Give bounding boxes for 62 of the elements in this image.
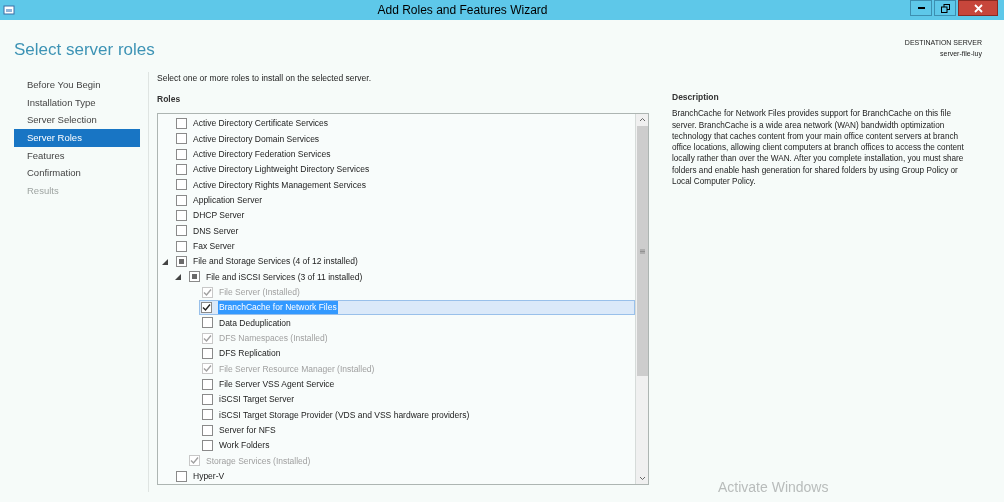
role-item[interactable]: Active Directory Lightweight Directory Services	[175, 162, 375, 178]
expander-icon[interactable]	[175, 273, 181, 280]
scroll-thumb[interactable]	[636, 126, 648, 376]
restore-button[interactable]	[934, 0, 956, 16]
instruction-text: Select one or more roles to install on the selected server.	[157, 71, 373, 85]
close-button[interactable]	[958, 0, 998, 16]
role-item[interactable]: Active Directory Rights Management Services	[175, 177, 371, 193]
wizard-step[interactable]: Before You Begin	[14, 76, 140, 95]
role-item[interactable]: File Server VSS Agent Service	[201, 376, 340, 392]
minimize-button[interactable]	[910, 0, 932, 16]
description-text: BranchCache for Network Files provides support for BranchCache on this file server. BranchCache is a wide area network (WAN) bandwidth optimization technology that caches content from your main office content servers at branch office locations, allowing client computers at branch offices to access the content locally rather than over the WAN. After you complete installation, you must share folders and enable hash generation for shared folders by using Group Policy or Local Computer Policy.	[672, 108, 965, 188]
checkbox[interactable]	[189, 271, 200, 283]
role-item[interactable]: Fax Server	[175, 238, 240, 254]
role-item[interactable]: DHCP Server	[175, 208, 250, 224]
role-item[interactable]: File and Storage Services (4 of 12 installed)	[175, 254, 363, 270]
checkbox[interactable]	[176, 179, 187, 191]
wizard-step[interactable]: Installation Type	[14, 94, 140, 112]
wizard-step[interactable]: Confirmation	[14, 164, 140, 183]
checkbox[interactable]	[176, 225, 187, 237]
checkbox[interactable]	[176, 470, 187, 482]
role-item[interactable]: Active Directory Certificate Services	[175, 116, 334, 132]
restore-icon	[940, 3, 950, 13]
roles-heading: Roles	[157, 93, 182, 106]
checkbox[interactable]	[176, 118, 187, 130]
expander-icon[interactable]	[162, 258, 168, 265]
role-item[interactable]: Data Deduplication	[201, 315, 296, 331]
role-item[interactable]: iSCSI Target Storage Provider (VDS and VSS hardware providers)	[201, 407, 475, 423]
wizard-step[interactable]: Features	[14, 146, 140, 165]
checkbox[interactable]	[176, 194, 187, 206]
checkbox[interactable]	[202, 394, 213, 406]
role-item[interactable]: Active Directory Domain Services	[175, 131, 325, 147]
role-item[interactable]: Active Directory Federation Services	[175, 146, 336, 162]
role-item[interactable]: File and iSCSI Services (3 of 11 installed)	[188, 269, 368, 285]
role-item[interactable]: Server for NFS	[201, 422, 281, 438]
checkbox[interactable]	[176, 164, 187, 176]
checkbox[interactable]	[202, 317, 213, 329]
wizard-step[interactable]: Server Roles	[14, 129, 140, 147]
checkbox[interactable]	[202, 424, 213, 436]
role-item[interactable]: DFS Replication	[201, 346, 286, 362]
page-title: Select server roles	[14, 39, 155, 61]
checkbox[interactable]	[202, 409, 213, 421]
role-item[interactable]: Work Folders	[201, 438, 275, 454]
activation-notice: Activate Windows	[718, 478, 830, 497]
app-icon	[3, 4, 15, 16]
checkbox[interactable]	[176, 256, 187, 268]
role-item[interactable]: Hyper-V	[175, 468, 230, 484]
checkbox[interactable]	[176, 210, 187, 222]
role-item[interactable]: Application Server	[175, 192, 267, 208]
checkbox[interactable]	[176, 148, 187, 160]
checkbox[interactable]	[202, 378, 213, 390]
checkbox[interactable]	[176, 240, 187, 252]
wizard-step[interactable]: Server Selection	[14, 111, 140, 130]
role-item[interactable]: DNS Server	[175, 223, 244, 239]
scrollbar[interactable]	[635, 114, 648, 484]
checkbox[interactable]	[202, 440, 213, 452]
description-heading: Description	[672, 90, 720, 104]
window-title: Add Roles and Features Wizard	[376, 2, 549, 19]
checkbox[interactable]	[202, 348, 213, 360]
checkbox[interactable]	[176, 133, 187, 145]
role-item[interactable]: iSCSI Target Server	[201, 392, 299, 408]
checkbox[interactable]	[201, 302, 212, 314]
close-icon	[973, 3, 983, 13]
